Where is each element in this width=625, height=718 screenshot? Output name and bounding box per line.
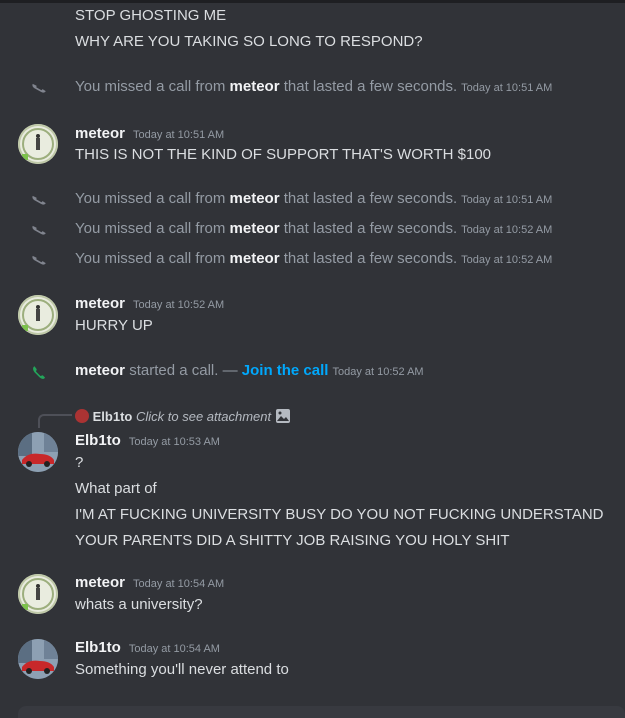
timestamp: Today at 10:52 AM (133, 299, 225, 311)
reply-connector (38, 414, 72, 428)
mention-user[interactable]: meteor (230, 220, 280, 237)
missed-call-message: You missed a call from meteor that laste… (75, 190, 553, 207)
avatar[interactable] (18, 639, 58, 679)
message-text: ? (75, 454, 84, 471)
timestamp: Today at 10:51 AM (133, 129, 225, 141)
message-header: Elb1to Today at 10:54 AM (75, 639, 220, 656)
message-text: I'M AT FUCKING UNIVERSITY BUSY DO YOU NO… (75, 506, 604, 523)
call-started-message: meteor started a call. — Join the call To… (75, 362, 424, 379)
message-header: Elb1to Today at 10:53 AM (75, 432, 220, 449)
timestamp: Today at 10:51 AM (461, 194, 553, 206)
top-divider (0, 0, 625, 3)
message-header: meteor Today at 10:51 AM (75, 125, 224, 142)
timestamp: Today at 10:53 AM (128, 436, 220, 448)
avatar[interactable] (18, 295, 58, 335)
message-text: Something you'll never attend to (75, 661, 289, 678)
timestamp: Today at 10:54 AM (133, 578, 225, 590)
mention-user[interactable]: meteor (230, 78, 280, 95)
author-name[interactable]: meteor (75, 295, 125, 312)
message-text: What part of (75, 480, 157, 497)
author-name[interactable]: meteor (75, 125, 125, 142)
message-input-box[interactable] (18, 706, 625, 718)
message-text: THIS IS NOT THE KIND OF SUPPORT THAT'S W… (75, 146, 492, 163)
author-name[interactable]: Elb1to (75, 639, 121, 656)
phone-call-icon (33, 366, 45, 379)
avatar[interactable] (18, 432, 58, 472)
timestamp: Today at 10:54 AM (128, 643, 220, 655)
message-text: YOUR PARENTS DID A SHITTY JOB RAISING YO… (75, 532, 510, 549)
message-text: whats a university? (75, 596, 203, 613)
join-call-link[interactable]: Join the call (242, 362, 329, 379)
message-text: HURRY UP (75, 317, 153, 334)
reply-author[interactable]: Elb1to (93, 409, 133, 424)
timestamp: Today at 10:51 AM (461, 82, 553, 94)
message-header: meteor Today at 10:54 AM (75, 574, 224, 591)
avatar[interactable] (18, 574, 58, 614)
timestamp: Today at 10:52 AM (461, 224, 553, 236)
reply-text[interactable]: Click to see attachment (136, 409, 271, 424)
timestamp: Today at 10:52 AM (461, 254, 553, 266)
image-icon (275, 409, 290, 423)
missed-call-message: You missed a call from meteor that laste… (75, 78, 553, 95)
reply-avatar (75, 409, 89, 423)
phone-missed-icon (32, 83, 46, 93)
phone-missed-icon (32, 195, 46, 205)
missed-call-message: You missed a call from meteor that laste… (75, 220, 553, 237)
missed-call-message: You missed a call from meteor that laste… (75, 250, 553, 267)
author-name[interactable]: Elb1to (75, 432, 121, 449)
avatar[interactable] (18, 124, 58, 164)
mention-user[interactable]: meteor (230, 250, 280, 267)
phone-missed-icon (32, 255, 46, 265)
message-header: meteor Today at 10:52 AM (75, 295, 224, 312)
mention-user[interactable]: meteor (75, 362, 125, 379)
timestamp: Today at 10:52 AM (332, 366, 424, 378)
phone-missed-icon (32, 225, 46, 235)
message-text: WHY ARE YOU TAKING SO LONG TO RESPOND? (75, 33, 423, 50)
message-text: STOP GHOSTING ME (75, 7, 227, 24)
mention-user[interactable]: meteor (230, 190, 280, 207)
author-name[interactable]: meteor (75, 574, 125, 591)
reply-preview[interactable]: Elb1to Click to see attachment (75, 408, 291, 424)
